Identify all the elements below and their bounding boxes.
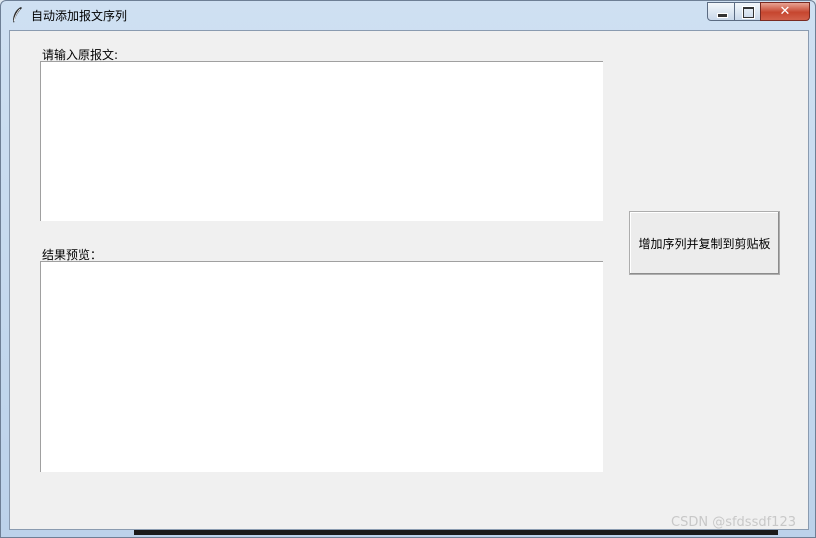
taskbar-edge <box>134 530 778 535</box>
minimize-icon <box>717 13 728 18</box>
result-preview-textarea[interactable] <box>40 261 603 472</box>
original-message-textarea[interactable] <box>40 61 603 221</box>
close-icon: ✕ <box>779 4 791 19</box>
window-title: 自动添加报文序列 <box>31 9 128 23</box>
watermark: CSDN @sfdssdf123 <box>671 515 796 530</box>
maximize-icon <box>743 7 754 18</box>
client-area: 请输入原报文: 结果预览： 增加序列并复制到剪贴板 <box>9 30 809 530</box>
maximize-button[interactable] <box>734 2 761 21</box>
app-window: 自动添加报文序列 ✕ 请输入原报文: 结果预览： 增加序列并复制到剪贴板 CSD… <box>0 0 816 538</box>
close-button[interactable]: ✕ <box>760 2 810 21</box>
title-bar[interactable]: 自动添加报文序列 ✕ <box>1 1 815 29</box>
add-sequence-copy-button[interactable]: 增加序列并复制到剪贴板 <box>629 211 780 275</box>
feather-icon <box>13 7 22 23</box>
minimize-button[interactable] <box>707 2 735 21</box>
